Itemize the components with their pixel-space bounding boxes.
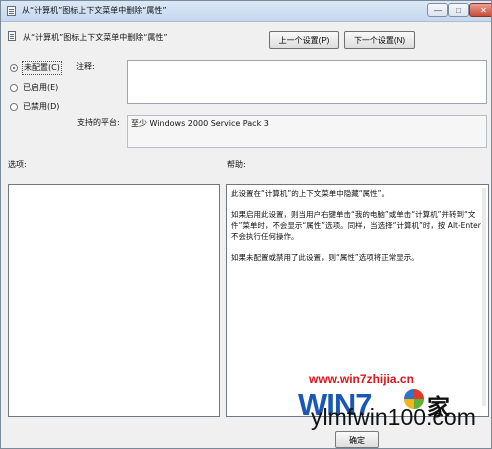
watermark-url: www.win7zhijia.cn xyxy=(309,372,414,386)
previous-setting-button[interactable]: 上一个设置(P) xyxy=(269,31,339,49)
comment-textarea[interactable] xyxy=(127,60,487,104)
window-title: 从“计算机”图标上下文菜单中删除“属性” xyxy=(22,6,167,15)
enabled-radio[interactable] xyxy=(10,84,18,92)
site-watermark: www.win7zhijia.cn WIN7 ylmfwin100.com 家 xyxy=(298,371,491,437)
policy-icon xyxy=(7,6,16,16)
help-paragraph-2: 如果启用此设置，则当用户右键单击“我的电脑”或单击“计算机”并转到“文件”菜单时… xyxy=(231,210,481,241)
maximize-button[interactable]: □ xyxy=(448,3,469,17)
help-paragraph-1: 此设置在“计算机”的上下文菜单中隐藏“属性”。 xyxy=(231,189,390,198)
policy-dialog-window: 从“计算机”图标上下文菜单中删除“属性” — □ ✕ 从“计算机”图标上下文菜单… xyxy=(0,0,492,449)
comment-label: 注释: xyxy=(76,62,95,71)
help-paragraph-3: 如果未配置或禁用了此设置，则“属性”选项将正常显示。 xyxy=(231,253,419,262)
close-button[interactable]: ✕ xyxy=(469,3,491,17)
help-label: 帮助: xyxy=(227,160,246,169)
minimize-button[interactable]: — xyxy=(427,3,448,17)
watermark-site-text: ylmfwin100.com xyxy=(311,404,476,430)
setting-title: 从“计算机”图标上下文菜单中删除“属性” xyxy=(23,33,168,42)
not-configured-radio[interactable] xyxy=(10,64,18,72)
enabled-label[interactable]: 已启用(E) xyxy=(23,82,58,94)
platform-label: 支持的平台: xyxy=(77,118,120,127)
next-setting-button[interactable]: 下一个设置(N) xyxy=(344,31,415,49)
title-bar[interactable]: 从“计算机”图标上下文菜单中删除“属性” — □ ✕ xyxy=(1,1,491,22)
options-label: 选项: xyxy=(8,160,27,169)
not-configured-label[interactable]: 未配置(C) xyxy=(22,61,62,75)
watermark-logo-suffix: 家 xyxy=(427,395,450,421)
supported-platform-field: 至少 Windows 2000 Service Pack 3 xyxy=(127,115,487,148)
disabled-label[interactable]: 已禁用(D) xyxy=(23,101,59,113)
setting-icon xyxy=(8,31,16,41)
disabled-radio[interactable] xyxy=(10,103,18,111)
options-panel xyxy=(8,184,220,417)
